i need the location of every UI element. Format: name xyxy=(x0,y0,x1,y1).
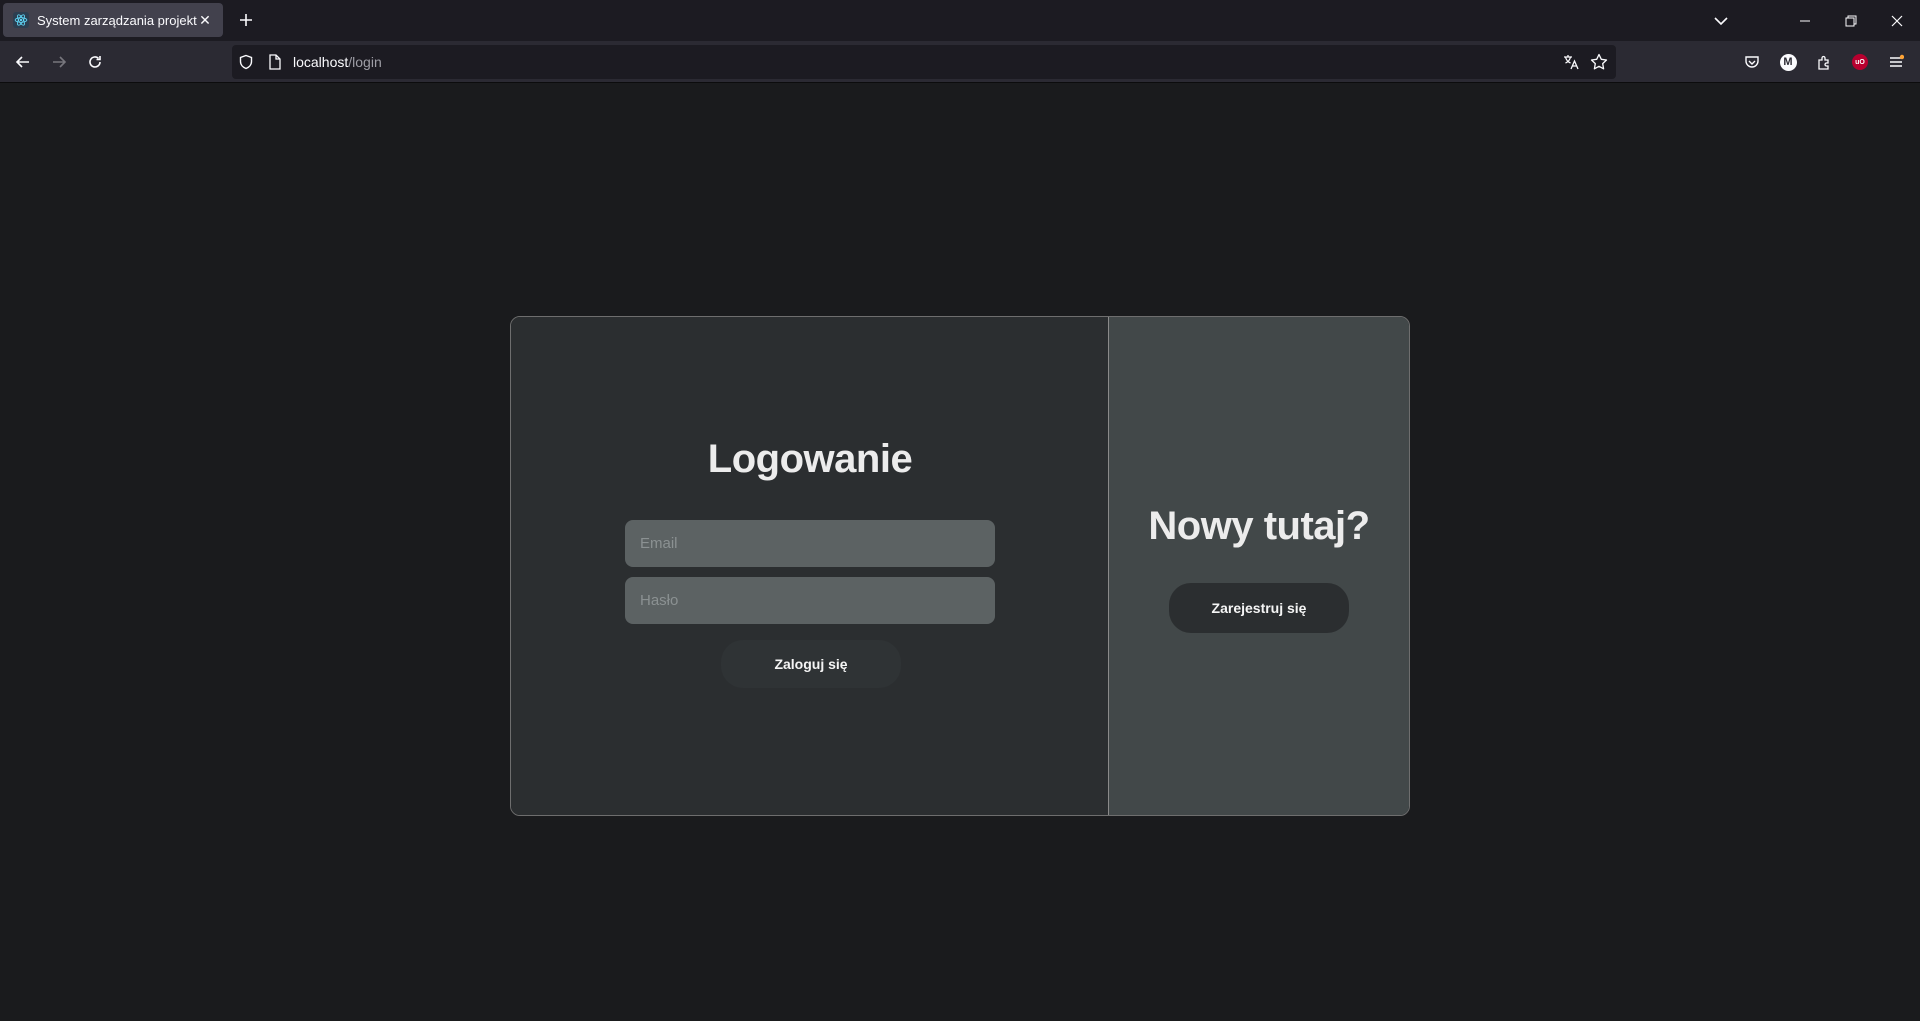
login-panel: Logowanie Zaloguj się xyxy=(511,317,1109,815)
email-field[interactable] xyxy=(625,520,995,567)
new-tab-button[interactable] xyxy=(232,6,260,34)
pocket-button[interactable] xyxy=(1739,49,1765,75)
chevron-down-icon xyxy=(1714,16,1728,25)
list-all-tabs-button[interactable] xyxy=(1698,0,1744,41)
url-path: /login xyxy=(348,54,382,70)
password-field[interactable] xyxy=(625,577,995,624)
ublock-icon: uO xyxy=(1852,54,1868,70)
account-letter: M xyxy=(1783,56,1793,68)
url-text[interactable]: localhost/login xyxy=(293,54,382,70)
extensions-button[interactable] xyxy=(1811,49,1837,75)
account-icon: M xyxy=(1779,53,1797,71)
login-title: Logowanie xyxy=(707,437,913,481)
browser-tab[interactable]: System zarządzania projektami ✕ xyxy=(3,3,223,37)
close-icon xyxy=(1891,15,1903,26)
browser-tab-strip: System zarządzania projektami ✕ xyxy=(0,0,1920,41)
pocket-icon xyxy=(1745,56,1759,68)
menu-button[interactable] xyxy=(1883,49,1909,75)
reload-icon xyxy=(89,56,101,68)
register-button[interactable]: Zarejestruj się xyxy=(1169,583,1349,633)
restore-button[interactable] xyxy=(1828,0,1874,41)
minimize-icon xyxy=(1800,20,1810,21)
minimize-button[interactable] xyxy=(1782,0,1828,41)
url-host: localhost xyxy=(293,54,349,70)
ublock-label: uO xyxy=(1855,58,1865,66)
menu-icon xyxy=(1890,54,1904,67)
close-window-button[interactable] xyxy=(1874,0,1920,41)
translate-icon[interactable] xyxy=(1562,53,1580,76)
register-panel: Nowy tutaj? Zarejestruj się xyxy=(1109,317,1409,815)
register-title: Nowy tutaj? xyxy=(1148,504,1370,548)
auth-card: Logowanie Zaloguj się Nowy tutaj? Zareje… xyxy=(510,316,1410,816)
close-tab-icon[interactable]: ✕ xyxy=(197,12,213,28)
plus-icon xyxy=(240,14,252,26)
address-bar[interactable]: localhost/login xyxy=(232,45,1616,79)
browser-toolbar: localhost/login M uO xyxy=(0,41,1920,83)
account-button[interactable]: M xyxy=(1775,49,1801,75)
login-button[interactable]: Zaloguj się xyxy=(721,640,901,688)
ublock-button[interactable]: uO xyxy=(1847,49,1873,75)
back-button[interactable] xyxy=(8,48,38,76)
page-icon[interactable] xyxy=(268,54,282,75)
shield-icon[interactable] xyxy=(238,54,254,75)
react-icon xyxy=(13,12,29,28)
tab-title: System zarządzania projektami xyxy=(37,12,197,28)
back-arrow-icon xyxy=(15,56,29,68)
forward-button[interactable] xyxy=(44,48,74,76)
reload-button[interactable] xyxy=(80,48,110,76)
forward-arrow-icon xyxy=(53,56,67,68)
restore-icon xyxy=(1845,15,1857,26)
extensions-icon xyxy=(1818,55,1829,70)
star-icon[interactable] xyxy=(1590,53,1608,76)
